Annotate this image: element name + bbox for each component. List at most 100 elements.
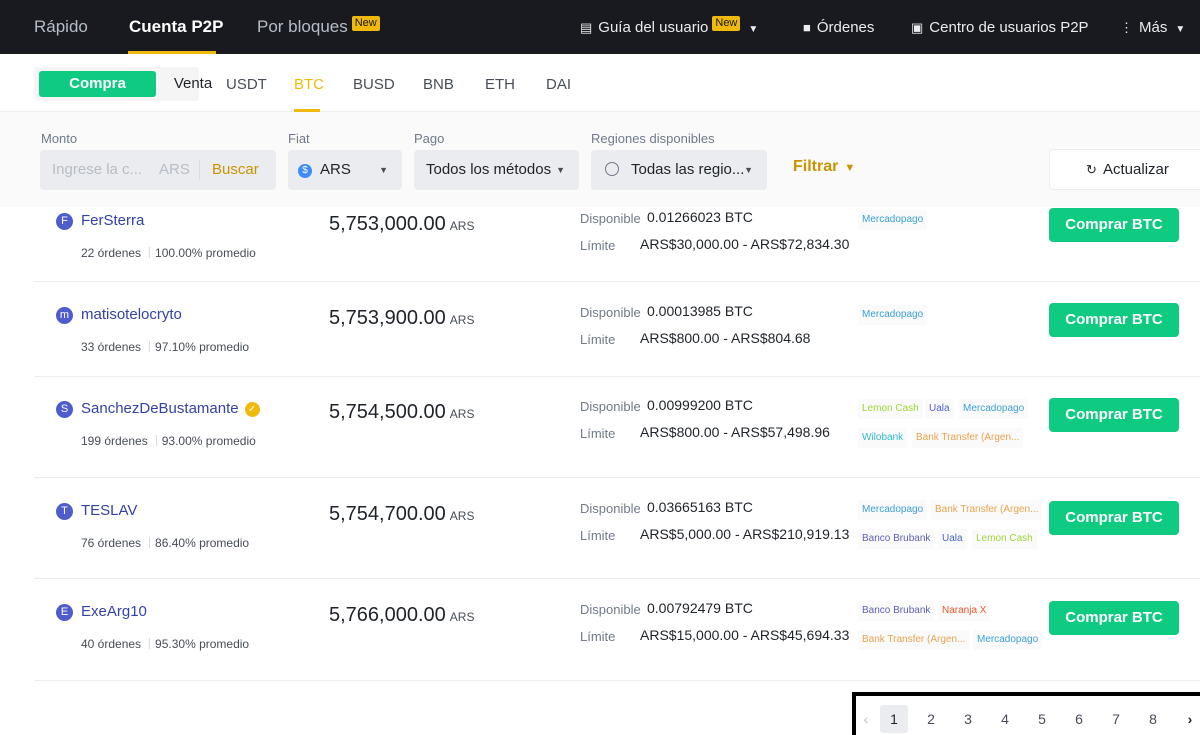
page-2-button[interactable]: 2	[917, 705, 945, 733]
payment-method-tag: Mercadopago	[959, 399, 1029, 419]
amount-placeholder: Ingrese la c...	[52, 161, 143, 178]
orders-link[interactable]: ■ Órdenes	[803, 0, 874, 54]
refresh-label: Actualizar	[1103, 161, 1169, 178]
offer-row: F FerSterra 22 órdenes 100.00% promedio 5,75…	[34, 205, 1200, 282]
available-amount: 0.03665163 BTC	[647, 499, 753, 515]
page-1-button[interactable]: 1	[880, 705, 908, 733]
page-8-button[interactable]: 8	[1139, 705, 1167, 733]
advertiser-name[interactable]: FerSterra	[81, 212, 144, 229]
coin-tab-btc[interactable]: BTC	[294, 76, 324, 93]
page-5-button[interactable]: 5	[1028, 705, 1056, 733]
payment-method-tag: Lemon Cash	[972, 529, 1037, 549]
coin-tab-dai[interactable]: DAI	[546, 76, 571, 93]
caret-down-icon: ▼	[748, 24, 759, 35]
amount-currency: ARS	[159, 161, 190, 178]
buy-btc-button[interactable]: Comprar BTC	[1049, 601, 1179, 635]
payment-value: Todos los métodos	[426, 161, 552, 178]
page-7-button[interactable]: 7	[1102, 705, 1130, 733]
buy-btc-button[interactable]: Comprar BTC	[1049, 303, 1179, 337]
regions-select[interactable]: Todas las regio... ▼	[591, 150, 767, 190]
user-guide-menu[interactable]: ▤ Guía del usuario New ▼	[580, 0, 758, 54]
fiat-label: Fiat	[288, 131, 310, 146]
advertiser-stats: 22 órdenes 100.00% promedio	[81, 246, 256, 260]
search-button[interactable]: Buscar	[212, 150, 259, 190]
avatar[interactable]: T	[56, 503, 73, 520]
guide-icon: ▤	[580, 20, 593, 35]
available-amount: 0.01266023 BTC	[647, 209, 753, 225]
advertiser-name-label: SanchezDeBustamante	[81, 400, 239, 417]
price-value: 5,766,000.00	[329, 604, 446, 626]
offer-row: T TESLAV 76 órdenes 86.40% promedio 5,754,70…	[34, 478, 1200, 579]
advertiser-name[interactable]: SanchezDeBustamante ✓	[81, 400, 260, 417]
more-caret-down-icon: ▼	[1175, 24, 1186, 35]
offer-price: 5,754,500.00 ARS	[329, 401, 474, 424]
price-value: 5,754,700.00	[329, 503, 446, 525]
advertiser-stats: 33 órdenes 97.10% promedio	[81, 340, 249, 354]
verified-badge-icon: ✓	[244, 402, 260, 417]
guide-new-badge: New	[712, 16, 741, 31]
more-menu[interactable]: ⋮ Más ▼	[1120, 0, 1185, 54]
coin-tab-bnb[interactable]: BNB	[423, 76, 454, 93]
offer-price: 5,753,000.00 ARS	[329, 213, 474, 236]
refresh-button[interactable]: ↻ Actualizar	[1049, 149, 1200, 190]
stats-divider	[149, 341, 151, 352]
limit-label: Límite	[580, 528, 616, 543]
filter-button[interactable]: Filtrar ▼	[793, 158, 855, 176]
page-3-button[interactable]: 3	[954, 705, 982, 733]
coin-tab-usdt[interactable]: USDT	[226, 76, 267, 93]
stats-divider	[149, 638, 151, 649]
orders-label: Órdenes	[816, 19, 875, 36]
page-4-button[interactable]: 4	[991, 705, 1019, 733]
orders-icon: ■	[803, 20, 811, 35]
pagination: ‹ 12345678 ›	[852, 692, 1200, 735]
user-guide-label: Guía del usuario	[598, 19, 709, 36]
filter-label: Filtrar	[793, 158, 839, 175]
advertiser-stats: 76 órdenes 86.40% promedio	[81, 536, 249, 550]
nav-por-bloques[interactable]: Por bloques New	[257, 0, 380, 54]
order-count: 76 órdenes	[81, 536, 142, 550]
regions-caret-icon: ▼	[744, 165, 753, 175]
payment-method-tag: Naranja X	[938, 601, 991, 621]
sell-tab[interactable]: Venta	[158, 71, 228, 97]
advertiser-name-label: ExeArg10	[81, 603, 147, 620]
coin-tab-eth[interactable]: ETH	[485, 76, 515, 93]
buy-btc-button[interactable]: Comprar BTC	[1049, 398, 1179, 432]
stats-divider	[149, 247, 151, 258]
avatar[interactable]: m	[56, 307, 73, 324]
nav-por-bloques-label: Por bloques	[257, 17, 348, 36]
price-currency: ARS	[449, 407, 475, 421]
nav-cuenta-p2p[interactable]: Cuenta P2P	[129, 0, 223, 54]
amount-label: Monto	[41, 131, 78, 146]
buy-btc-button[interactable]: Comprar BTC	[1049, 208, 1179, 242]
available-label: Disponible	[580, 211, 641, 226]
trade-type-bar: Compra Venta USDT BTC BUSD BNB ETH DAI	[0, 54, 1200, 112]
payment-select[interactable]: Todos los métodos ▼	[414, 150, 579, 190]
limit-label: Límite	[580, 426, 616, 441]
nav-rapido[interactable]: Rápido	[34, 0, 88, 54]
buy-tab[interactable]: Compra	[39, 71, 156, 97]
amount-input[interactable]: Ingrese la c... ARS Buscar	[40, 150, 276, 190]
offer-row: E ExeArg10 40 órdenes 95.30% promedio 5,766,…	[34, 579, 1200, 681]
coin-tab-busd[interactable]: BUSD	[353, 76, 395, 93]
limit-label: Límite	[580, 332, 616, 347]
avatar[interactable]: S	[56, 401, 73, 418]
advertiser-name[interactable]: matisotelocryto	[81, 306, 182, 323]
p2p-user-center-link[interactable]: ▣ Centro de usuarios P2P	[911, 0, 1089, 54]
completion-rate: 86.40% promedio	[155, 536, 250, 550]
p2p-user-center-label: Centro de usuarios P2P	[929, 19, 1089, 36]
next-page-icon[interactable]: ›	[1176, 705, 1200, 733]
chevron-down-icon: ▼	[844, 162, 856, 174]
avatar[interactable]: E	[56, 604, 73, 621]
regions-label: Regiones disponibles	[591, 131, 715, 146]
advertiser-name[interactable]: ExeArg10	[81, 603, 147, 620]
advertiser-name-label: FerSterra	[81, 212, 145, 229]
globe-icon	[605, 162, 619, 176]
page-6-button[interactable]: 6	[1065, 705, 1093, 733]
avatar[interactable]: F	[56, 213, 73, 230]
limit-range: ARS$30,000.00 - ARS$72,834.30	[640, 236, 850, 252]
prev-page-icon[interactable]: ‹	[852, 705, 880, 733]
advertiser-name[interactable]: TESLAV	[81, 502, 137, 519]
fiat-select[interactable]: $ ARS ▼	[288, 150, 402, 190]
stats-divider	[149, 537, 151, 548]
buy-btc-button[interactable]: Comprar BTC	[1049, 501, 1179, 535]
